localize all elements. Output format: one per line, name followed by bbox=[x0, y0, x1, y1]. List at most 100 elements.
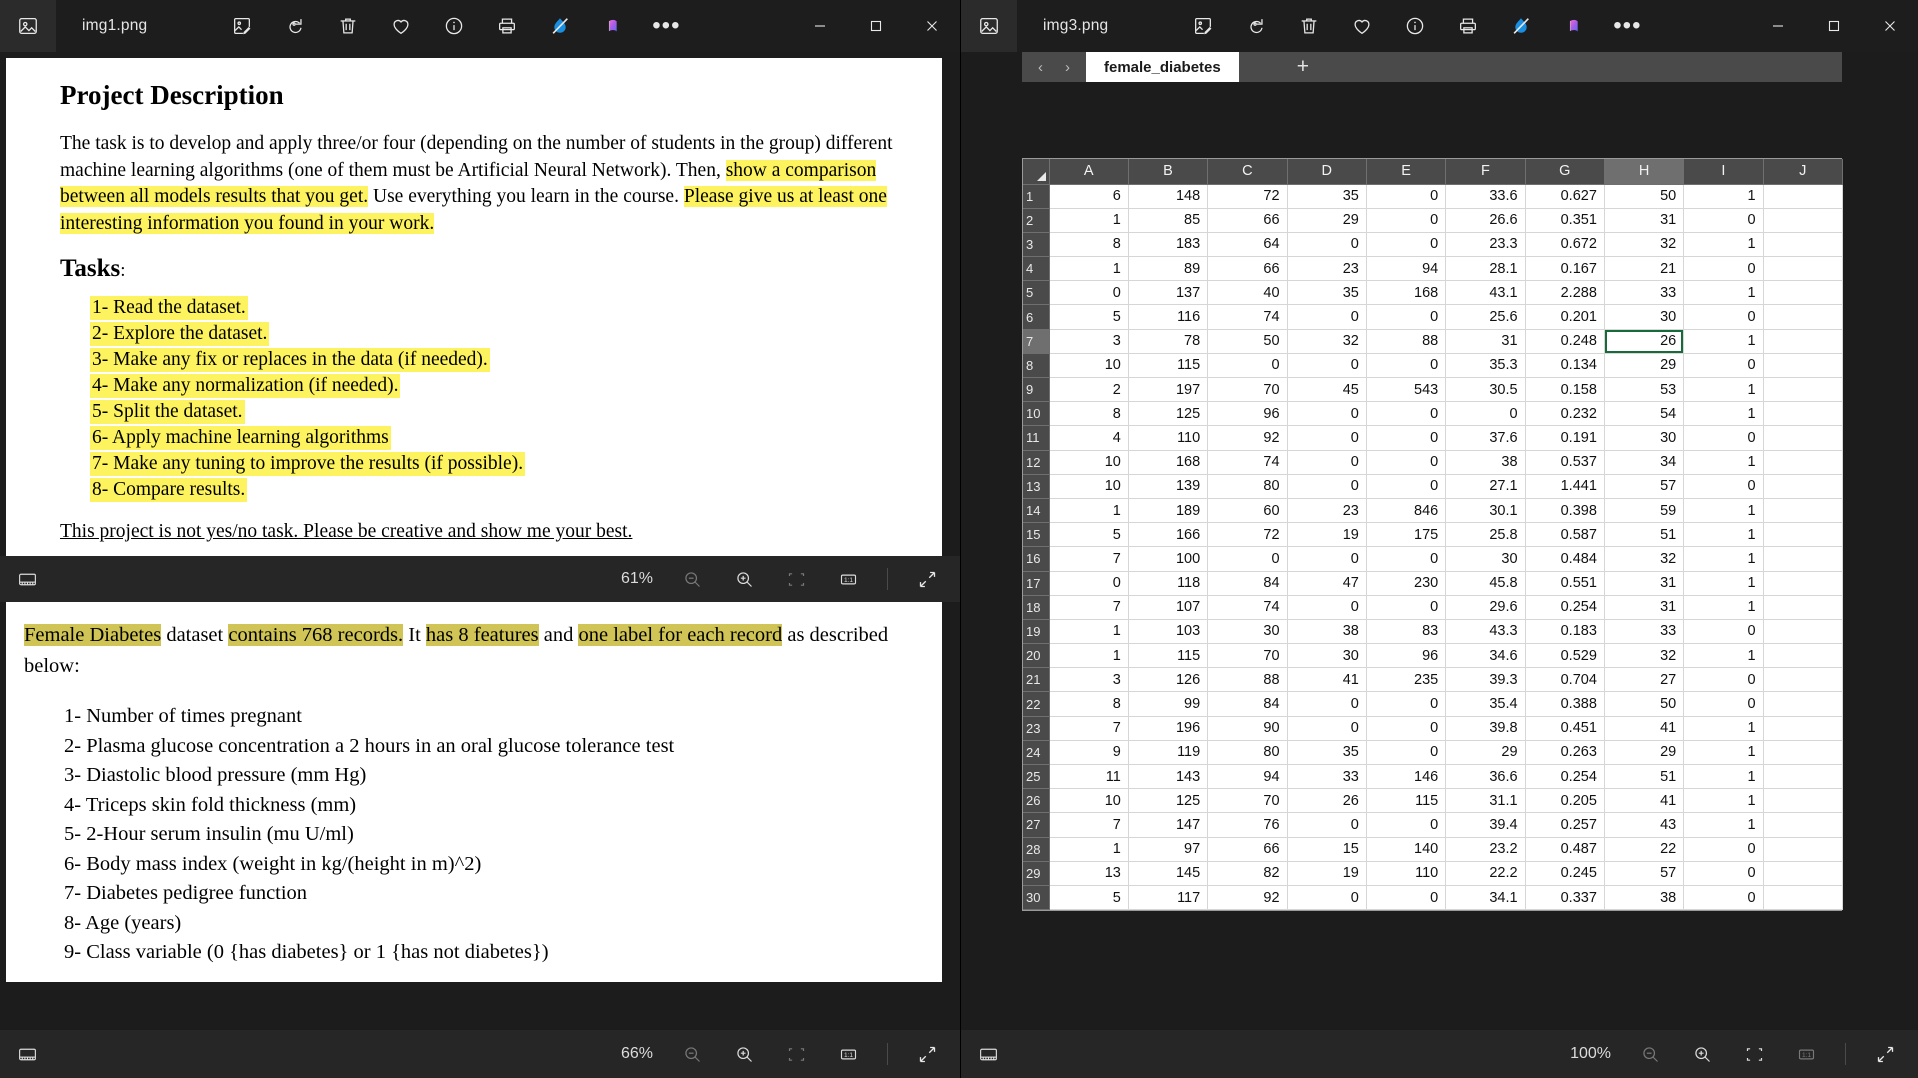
cell-A10[interactable]: 8 bbox=[1049, 401, 1129, 427]
cell-A7[interactable]: 3 bbox=[1049, 329, 1129, 354]
actual-size-icon[interactable]: 1:1 bbox=[1793, 1041, 1819, 1067]
cell-C29[interactable]: 82 bbox=[1207, 861, 1288, 886]
cell-F2[interactable]: 26.6 bbox=[1445, 208, 1526, 233]
zoom-out-icon[interactable] bbox=[679, 566, 705, 592]
cell-E8[interactable]: 0 bbox=[1366, 353, 1447, 379]
fit-to-window-icon[interactable] bbox=[783, 566, 809, 592]
cell-G17[interactable]: 0.551 bbox=[1525, 571, 1605, 596]
cell-F15[interactable]: 25.8 bbox=[1445, 522, 1526, 548]
cell-A15[interactable]: 5 bbox=[1049, 522, 1129, 548]
cell-C11[interactable]: 92 bbox=[1207, 425, 1288, 451]
cell-H16[interactable]: 32 bbox=[1604, 546, 1685, 572]
image-viewport-right[interactable]: ABCDEFGHIJ 1 6 148 72 35 0 33.6 0.627 50 1 2 1 85 66 2… bbox=[961, 52, 1918, 1030]
cell-F3[interactable]: 23.3 bbox=[1445, 232, 1526, 258]
cell-H10[interactable]: 54 bbox=[1604, 401, 1685, 427]
cell-D12[interactable]: 0 bbox=[1287, 450, 1367, 475]
cell-B19[interactable]: 103 bbox=[1128, 619, 1209, 645]
cell-G5[interactable]: 2.288 bbox=[1525, 280, 1605, 306]
cell-A19[interactable]: 1 bbox=[1049, 619, 1129, 645]
maximize-button[interactable] bbox=[848, 0, 904, 52]
cell-B12[interactable]: 168 bbox=[1128, 450, 1209, 475]
cell-C20[interactable]: 70 bbox=[1207, 643, 1288, 669]
cell-D29[interactable]: 19 bbox=[1287, 861, 1367, 886]
image-viewport-left[interactable]: Project Description The task is to devel… bbox=[0, 52, 960, 1030]
cell-C27[interactable]: 76 bbox=[1207, 812, 1288, 838]
actual-size-icon[interactable]: 1:1 bbox=[835, 1041, 861, 1067]
cell-J3[interactable] bbox=[1763, 232, 1844, 258]
cell-B23[interactable]: 196 bbox=[1128, 716, 1209, 741]
cell-E13[interactable]: 0 bbox=[1366, 474, 1447, 499]
row-header-23[interactable]: 23 bbox=[1023, 716, 1050, 741]
cell-D26[interactable]: 26 bbox=[1287, 788, 1367, 814]
cell-E6[interactable]: 0 bbox=[1366, 304, 1447, 330]
cell-A28[interactable]: 1 bbox=[1049, 837, 1129, 862]
cell-E4[interactable]: 94 bbox=[1366, 256, 1447, 282]
cell-G23[interactable]: 0.451 bbox=[1525, 716, 1605, 741]
cell-F13[interactable]: 27.1 bbox=[1445, 474, 1526, 499]
cell-I16[interactable]: 1 bbox=[1683, 546, 1764, 572]
cell-H5[interactable]: 33 bbox=[1604, 280, 1685, 306]
cell-E21[interactable]: 235 bbox=[1366, 667, 1447, 693]
cell-E23[interactable]: 0 bbox=[1366, 716, 1447, 741]
cell-D13[interactable]: 0 bbox=[1287, 474, 1367, 499]
cell-I5[interactable]: 1 bbox=[1683, 280, 1764, 306]
row-header-28[interactable]: 28 bbox=[1023, 837, 1050, 862]
row-header-22[interactable]: 22 bbox=[1023, 691, 1050, 717]
cell-G7[interactable]: 0.248 bbox=[1525, 329, 1605, 354]
cell-I28[interactable]: 0 bbox=[1683, 837, 1764, 862]
cell-J5[interactable] bbox=[1763, 280, 1844, 306]
row-header-20[interactable]: 20 bbox=[1023, 643, 1050, 669]
cell-C15[interactable]: 72 bbox=[1207, 522, 1288, 548]
cell-J12[interactable] bbox=[1763, 450, 1844, 475]
cell-I15[interactable]: 1 bbox=[1683, 522, 1764, 548]
cell-H6[interactable]: 30 bbox=[1604, 304, 1685, 330]
cell-B28[interactable]: 97 bbox=[1128, 837, 1209, 862]
cell-B18[interactable]: 107 bbox=[1128, 595, 1209, 620]
cell-F22[interactable]: 35.4 bbox=[1445, 691, 1526, 717]
spreadsheet[interactable]: ABCDEFGHIJ 1 6 148 72 35 0 33.6 0.627 50 1 2 1 85 66 2… bbox=[1022, 158, 1844, 912]
row-header-30[interactable]: 30 bbox=[1023, 885, 1050, 911]
row-header-26[interactable]: 26 bbox=[1023, 788, 1050, 814]
cell-G11[interactable]: 0.191 bbox=[1525, 425, 1605, 451]
more-options-icon[interactable]: ••• bbox=[1613, 13, 1640, 39]
cell-F24[interactable]: 29 bbox=[1445, 740, 1526, 766]
cell-I23[interactable]: 1 bbox=[1683, 716, 1764, 741]
cell-A14[interactable]: 1 bbox=[1049, 498, 1129, 524]
cell-G4[interactable]: 0.167 bbox=[1525, 256, 1605, 282]
filmstrip-icon[interactable] bbox=[975, 1041, 1001, 1067]
cell-I25[interactable]: 1 bbox=[1683, 764, 1764, 790]
cell-B5[interactable]: 137 bbox=[1128, 280, 1209, 306]
cell-H14[interactable]: 59 bbox=[1604, 498, 1685, 524]
cell-I19[interactable]: 0 bbox=[1683, 619, 1764, 645]
cell-F25[interactable]: 36.6 bbox=[1445, 764, 1526, 790]
cell-J15[interactable] bbox=[1763, 522, 1844, 548]
cell-I18[interactable]: 1 bbox=[1683, 595, 1764, 620]
cell-E19[interactable]: 83 bbox=[1366, 619, 1447, 645]
cell-E26[interactable]: 115 bbox=[1366, 788, 1447, 814]
row-header-29[interactable]: 29 bbox=[1023, 861, 1050, 886]
cell-D15[interactable]: 19 bbox=[1287, 522, 1367, 548]
column-header-F[interactable]: F bbox=[1445, 159, 1526, 185]
cell-J6[interactable] bbox=[1763, 304, 1844, 330]
cell-E1[interactable]: 0 bbox=[1366, 184, 1447, 209]
cell-J14[interactable] bbox=[1763, 498, 1844, 524]
cell-H27[interactable]: 43 bbox=[1604, 812, 1685, 838]
cell-H21[interactable]: 27 bbox=[1604, 667, 1685, 693]
column-header-D[interactable]: D bbox=[1287, 159, 1367, 185]
cell-H11[interactable]: 30 bbox=[1604, 425, 1685, 451]
cell-I30[interactable]: 0 bbox=[1683, 885, 1764, 911]
zoom-out-icon[interactable] bbox=[679, 1041, 705, 1067]
rotate-icon[interactable] bbox=[282, 13, 308, 39]
cell-C26[interactable]: 70 bbox=[1207, 788, 1288, 814]
cell-C12[interactable]: 74 bbox=[1207, 450, 1288, 475]
cell-D1[interactable]: 35 bbox=[1287, 184, 1367, 209]
cell-E29[interactable]: 110 bbox=[1366, 861, 1447, 886]
cell-C22[interactable]: 84 bbox=[1207, 691, 1288, 717]
cell-A22[interactable]: 8 bbox=[1049, 691, 1129, 717]
cell-H13[interactable]: 57 bbox=[1604, 474, 1685, 499]
cell-H12[interactable]: 34 bbox=[1604, 450, 1685, 475]
cell-E18[interactable]: 0 bbox=[1366, 595, 1447, 620]
cell-B24[interactable]: 119 bbox=[1128, 740, 1209, 766]
file-name-left[interactable]: img1.png bbox=[82, 17, 147, 35]
cell-G27[interactable]: 0.257 bbox=[1525, 812, 1605, 838]
